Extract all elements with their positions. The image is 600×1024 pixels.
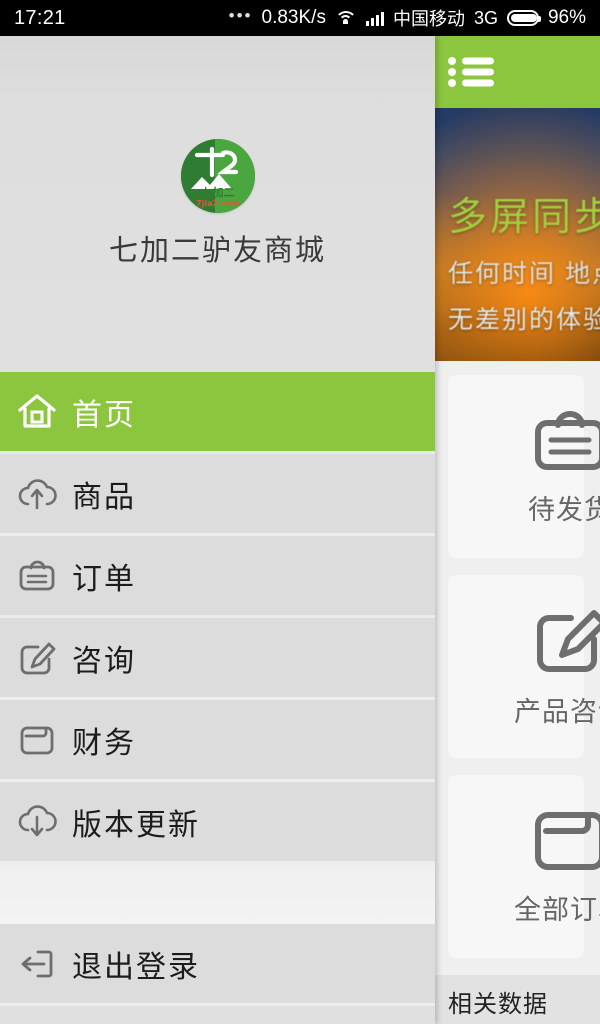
- menu-item-label: 首页: [72, 398, 136, 432]
- network-speed: 0.83K/s: [261, 7, 326, 28]
- wifi-icon: [334, 10, 357, 26]
- banner-headline: 多屏同步: [448, 196, 600, 239]
- status-clock: 17:21: [14, 6, 66, 29]
- card-label: 待发货: [528, 494, 600, 525]
- svg-text:7jia2.com: 7jia2.com: [196, 199, 240, 208]
- banner-subline-1: 任何时间 地点: [448, 260, 600, 288]
- seven-plus-two-logo: 七加二 7jia2.com: [180, 139, 255, 213]
- menu-item-finance[interactable]: 财务: [0, 700, 435, 782]
- menu-item-inquiry[interactable]: 咨询: [0, 618, 435, 700]
- battery-percent: 96%: [547, 7, 586, 28]
- wallet-icon: [532, 807, 600, 878]
- basket-icon: [532, 407, 600, 478]
- menu-item-home[interactable]: 首页: [0, 372, 435, 454]
- wallet-icon: [16, 719, 58, 761]
- edit-square-icon: [532, 605, 600, 680]
- card-label: 全部订单: [514, 894, 600, 925]
- menu-item-label: 版本更新: [72, 808, 200, 842]
- menu-item-label: 财务: [72, 726, 136, 760]
- card-all-orders[interactable]: 全部订单: [448, 775, 600, 958]
- more-dots-icon: •••: [228, 6, 253, 25]
- app-name: 七加二驴友商城: [108, 235, 326, 267]
- drawer-menu: 首页 商品 订单 咨询 财务 版本更新 退出登录: [0, 372, 435, 1006]
- battery-icon: [506, 10, 541, 26]
- svg-text:七加二: 七加二: [201, 185, 234, 199]
- list-menu-icon[interactable]: [448, 57, 494, 87]
- drawer-header: 七加二 7jia2.com 七加二驴友商城: [0, 36, 435, 372]
- menu-spacer: [0, 864, 435, 924]
- navigation-drawer: 七加二 7jia2.com 七加二驴友商城 首页 商品 订单 咨询 财务 版本更…: [0, 36, 435, 1024]
- card-label: 产品咨询: [514, 696, 600, 727]
- menu-item-label: 退出登录: [72, 950, 200, 984]
- basket-icon: [16, 555, 58, 597]
- section-title: 相关数据: [448, 990, 548, 1018]
- banner-text-block: 多屏同步 任何时间 地点 无差别的体验: [448, 108, 600, 336]
- edit-square-icon: [16, 637, 58, 679]
- home-icon: [16, 391, 58, 433]
- cloud-download-icon: [16, 801, 58, 843]
- menu-item-logout[interactable]: 退出登录: [0, 924, 435, 1006]
- menu-item-label: 订单: [72, 562, 136, 596]
- network-type: 3G: [473, 7, 498, 28]
- menu-item-label: 咨询: [72, 644, 136, 678]
- menu-item-products[interactable]: 商品: [0, 454, 435, 536]
- signal-bars-icon: [365, 10, 384, 26]
- menu-item-label: 商品: [72, 480, 136, 514]
- status-bar: 17:21 ••• 0.83K/s 中国移动 3G 96%: [0, 0, 600, 36]
- banner-subline-2: 无差别的体验: [448, 306, 600, 334]
- logout-icon: [16, 943, 58, 985]
- carrier-name: 中国移动: [392, 9, 465, 29]
- menu-item-version-update[interactable]: 版本更新: [0, 782, 435, 864]
- card-product-inquiry[interactable]: 产品咨询: [448, 575, 600, 758]
- cloud-upload-icon: [16, 473, 58, 515]
- menu-item-orders[interactable]: 订单: [0, 536, 435, 618]
- card-pending-shipment[interactable]: 待发货: [448, 375, 600, 558]
